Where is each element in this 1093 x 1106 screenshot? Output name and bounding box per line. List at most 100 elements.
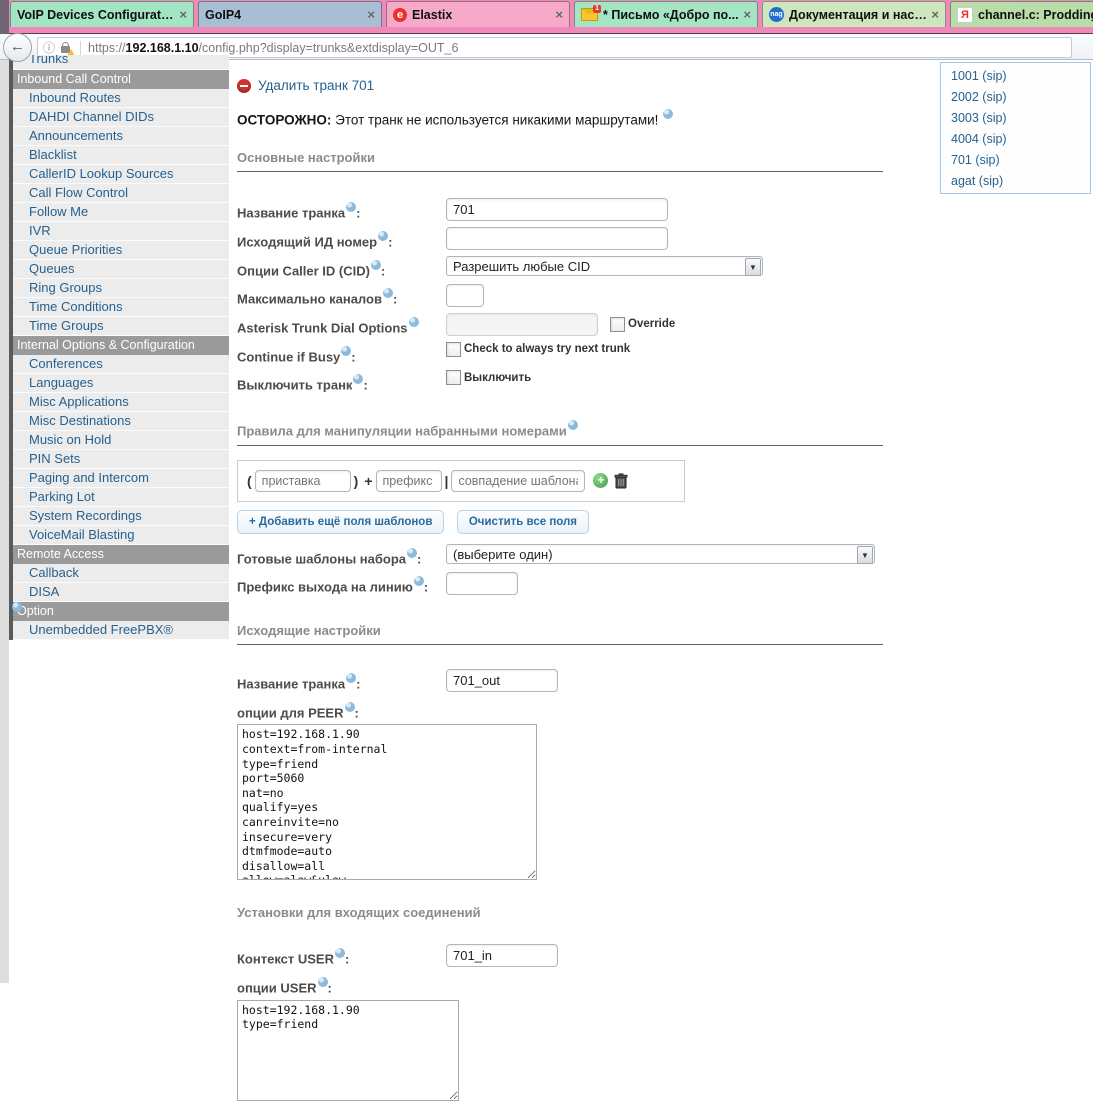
sidebar-item-callback[interactable]: Callback [13,564,229,583]
help-icon[interactable] [371,260,381,270]
section-outgoing-settings: Исходящие настройки [237,623,883,645]
dial-rule-prefix-input[interactable] [376,470,442,492]
tab-close-icon[interactable]: × [179,9,187,21]
sidebar-item-unembedded-freepbx®[interactable]: Unembedded FreePBX® [13,621,229,640]
line-prefix-label: Префикс выхода на линию: [237,572,446,594]
continue-if-busy-checkbox[interactable] [446,342,461,357]
paren-close: ) [354,473,359,489]
sidebar-item-queue-priorities[interactable]: Queue Priorities [13,241,229,260]
help-icon[interactable] [383,288,393,298]
peer-details-textarea[interactable]: host=192.168.1.90 context=from-internal … [237,724,537,880]
sidebar-item-music-on-hold[interactable]: Music on Hold [13,431,229,450]
browser-tab-bar: VoIP Devices Configuration×GoIP4×eElasti… [0,0,1093,34]
sidebar-item-follow-me[interactable]: Follow Me [13,203,229,222]
extension-link-1001-sip[interactable]: 1001 (sip) [941,65,1090,86]
browser-tab-voip-devices-configuration[interactable]: VoIP Devices Configuration× [10,1,194,27]
dial-rule-match-input[interactable] [451,470,585,492]
trash-icon[interactable] [614,473,628,489]
sidebar-help-icon[interactable] [12,602,22,612]
max-channels-label: Максимально каналов: [237,284,446,306]
outgoing-trunk-name-input[interactable] [446,669,558,692]
sidebar-item-misc-applications[interactable]: Misc Applications [13,393,229,412]
user-context-label: Контекст USER: [237,944,446,966]
dial-rule-prepend-input[interactable] [255,470,351,492]
help-icon[interactable] [346,673,356,683]
sidebar-item-callerid-lookup-sources[interactable]: CallerID Lookup Sources [13,165,229,184]
add-pattern-fields-button[interactable]: + Добавить ещё поля шаблонов [237,510,444,534]
tab-close-icon[interactable]: × [555,9,563,21]
sidebar-item-disa[interactable]: DISA [13,583,229,602]
override-checkbox[interactable] [610,317,625,332]
extension-link-4004-sip[interactable]: 4004 (sip) [941,128,1090,149]
sidebar-item-inbound-routes[interactable]: Inbound Routes [13,89,229,108]
help-icon[interactable] [341,346,351,356]
help-icon[interactable] [407,548,417,558]
browser-tab-документация-и-наст[interactable]: nagДокументация и наст...× [762,1,946,27]
disable-trunk-checkbox-label: Выключить [464,372,531,384]
sidebar-item-ivr[interactable]: IVR [13,222,229,241]
outbound-cid-input[interactable] [446,227,668,250]
sidebar-item-conferences[interactable]: Conferences [13,355,229,374]
extension-link-3003-sip[interactable]: 3003 (sip) [941,107,1090,128]
tab-close-icon[interactable]: × [367,9,375,21]
tab-close-icon[interactable]: × [743,9,751,21]
dial-templates-select[interactable]: (выберите один) ▼ [446,544,875,564]
help-icon[interactable] [568,420,578,430]
sidebar-item-announcements[interactable]: Announcements [13,127,229,146]
max-channels-input[interactable] [446,284,484,307]
continue-if-busy-label: Continue if Busy: [237,342,446,364]
page-info-icon[interactable]: ⓘ [43,39,55,56]
padlock-warning-icon[interactable] [61,46,70,53]
extension-link-2002-sip[interactable]: 2002 (sip) [941,86,1090,107]
delete-trunk-link[interactable]: Удалить транк 701 [258,78,374,93]
user-context-input[interactable] [446,944,558,967]
outbound-cid-label: Исходящий ИД номер: [237,227,446,249]
delete-trunk-icon[interactable] [237,79,251,93]
paren-open: ( [247,473,252,489]
sidebar-item-queues[interactable]: Queues [13,260,229,279]
sidebar-item-call-flow-control[interactable]: Call Flow Control [13,184,229,203]
cid-options-select[interactable]: Разрешить любые CID ▼ [446,256,763,276]
sidebar-item-dahdi-channel-dids[interactable]: DAHDI Channel DIDs [13,108,229,127]
extension-link-agat-sip[interactable]: agat (sip) [941,170,1090,191]
browser-tab-goip4[interactable]: GoIP4× [198,1,382,27]
help-icon[interactable] [663,109,673,119]
sidebar-header-remote-access: Remote Access [13,545,229,564]
sidebar-item-time-conditions[interactable]: Time Conditions [13,298,229,317]
sidebar-item-parking-lot[interactable]: Parking Lot [13,488,229,507]
sidebar-item-time-groups[interactable]: Time Groups [13,317,229,336]
help-icon[interactable] [335,948,345,958]
disable-trunk-checkbox[interactable] [446,370,461,385]
back-button[interactable]: ← [3,33,32,62]
line-prefix-input[interactable] [446,572,518,595]
sidebar-item-misc-destinations[interactable]: Misc Destinations [13,412,229,431]
add-rule-icon[interactable]: + [593,473,608,488]
help-icon[interactable] [353,374,363,384]
browser-tab-письмо-«добро-по[interactable]: 1* Письмо «Добро по...× [574,1,758,27]
cid-options-label: Опции Caller ID (CID): [237,256,446,278]
sidebar-item-voicemail-blasting[interactable]: VoiceMail Blasting [13,526,229,545]
help-icon[interactable] [346,202,356,212]
dial-options-input[interactable] [446,313,598,336]
help-icon[interactable] [414,576,424,586]
extension-link-701-sip[interactable]: 701 (sip) [941,149,1090,170]
sidebar-item-system-recordings[interactable]: System Recordings [13,507,229,526]
sidebar-item-blacklist[interactable]: Blacklist [13,146,229,165]
trunk-form: Удалить транк 701 ОСТОРОЖНО: Этот транк … [237,60,883,1106]
help-icon[interactable] [345,702,355,712]
sidebar-item-trunks[interactable]: Trunks [13,55,229,70]
clear-all-fields-button[interactable]: Очистить все поля [457,510,589,534]
help-icon[interactable] [378,231,388,241]
trunk-name-input[interactable] [446,198,668,221]
sidebar-item-paging-and-intercom[interactable]: Paging and Intercom [13,469,229,488]
browser-tab-elastix[interactable]: eElastix× [386,1,570,27]
help-icon[interactable] [409,317,419,327]
sidebar-item-pin-sets[interactable]: PIN Sets [13,450,229,469]
help-icon[interactable] [318,977,328,987]
user-details-textarea[interactable]: host=192.168.1.90 type=friend [237,1000,459,1101]
sidebar-item-languages[interactable]: Languages [13,374,229,393]
sidebar-header-inbound-call-control: Inbound Call Control [13,70,229,89]
sidebar-item-ring-groups[interactable]: Ring Groups [13,279,229,298]
tab-close-icon[interactable]: × [931,9,939,21]
browser-tab-channel-c-prodding[interactable]: Яchannel.c: Prodding× [950,1,1093,27]
